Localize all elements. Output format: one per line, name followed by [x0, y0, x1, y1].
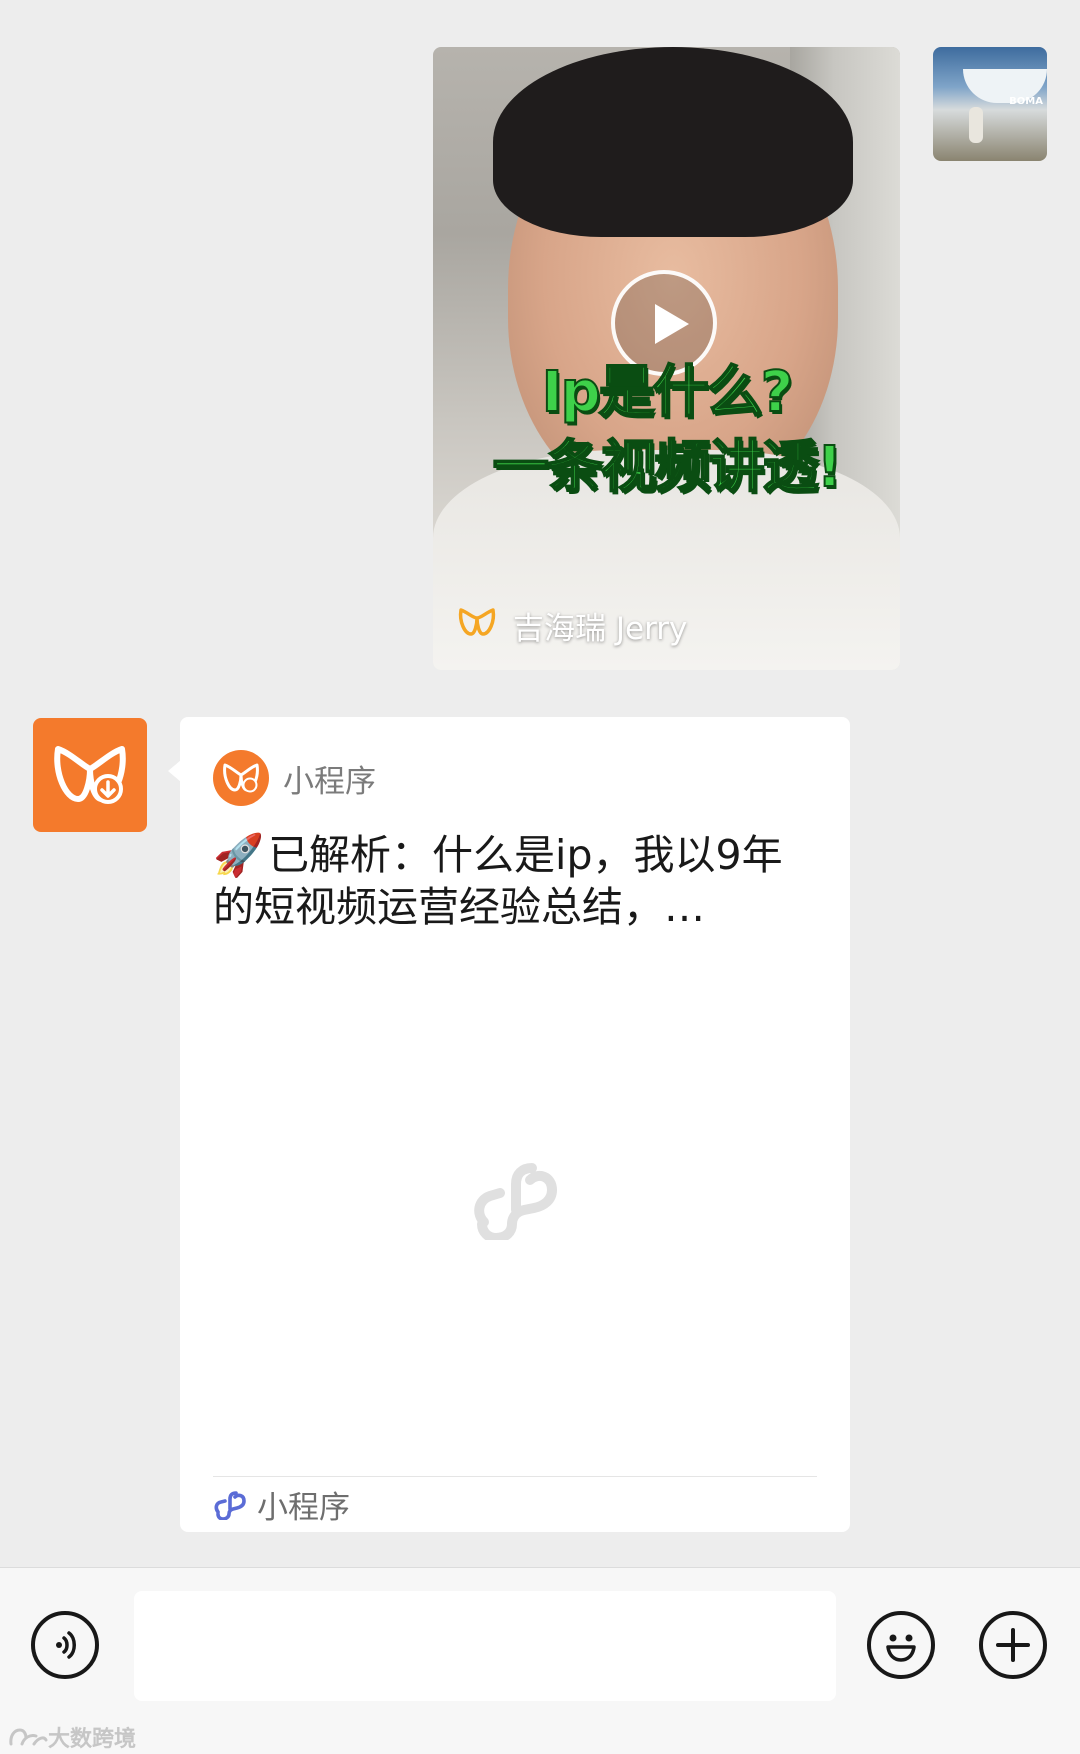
- mini-program-placeholder-icon: [472, 1162, 558, 1244]
- plus-icon: [996, 1628, 1030, 1662]
- voice-button[interactable]: [31, 1611, 99, 1679]
- mini-program-name: 小程序: [283, 763, 376, 800]
- emoji-icon: [886, 1634, 916, 1662]
- video-caption-line1: Ip是什么?: [541, 359, 794, 426]
- mini-program-footer: 小程序: [213, 1476, 817, 1532]
- watermark: 大数跨境: [8, 1721, 136, 1753]
- my-avatar[interactable]: BOMA: [933, 47, 1047, 161]
- watermark-text: 大数跨境: [48, 1727, 137, 1752]
- message-input[interactable]: [134, 1591, 836, 1701]
- mini-program-logo-icon: [213, 750, 269, 806]
- mini-program-link-icon: [214, 1490, 246, 1520]
- bot-avatar[interactable]: [33, 718, 147, 832]
- app-logo-icon: [54, 746, 126, 804]
- rocket-icon: 🚀: [213, 831, 265, 879]
- watermark-logo-icon: [9, 1728, 48, 1746]
- plus-button[interactable]: [979, 1611, 1047, 1679]
- avatar-person: [969, 107, 983, 143]
- channel-logo-icon: [457, 606, 497, 646]
- chat-input-bar: 大数跨境: [0, 1567, 1080, 1754]
- mini-program-footer-label: 小程序: [257, 1490, 350, 1526]
- mini-program-title-block: 🚀已解析：什么是ip，我以9年的短视频运营经验总结，…: [213, 829, 813, 933]
- video-author: 吉海瑞 Jerry: [457, 603, 687, 648]
- video-author-name: 吉海瑞 Jerry: [513, 611, 688, 647]
- emoji-button[interactable]: [867, 1611, 935, 1679]
- video-caption-line2: 一条视频讲透!: [492, 434, 844, 501]
- mini-program-header: 小程序: [213, 750, 376, 806]
- avatar-sign-text: BOMA: [1009, 96, 1043, 107]
- mini-program-title: 已解析：什么是ip，我以9年的短视频运营经验总结，…: [213, 831, 783, 931]
- video-person-hair: [493, 47, 853, 237]
- video-message[interactable]: Ip是什么? 一条视频讲透! 吉海瑞 Jerry: [433, 47, 900, 670]
- mini-program-card[interactable]: 小程序 🚀已解析：什么是ip，我以9年的短视频运营经验总结，… 小程序: [180, 717, 850, 1532]
- voice-icon: [56, 1631, 76, 1659]
